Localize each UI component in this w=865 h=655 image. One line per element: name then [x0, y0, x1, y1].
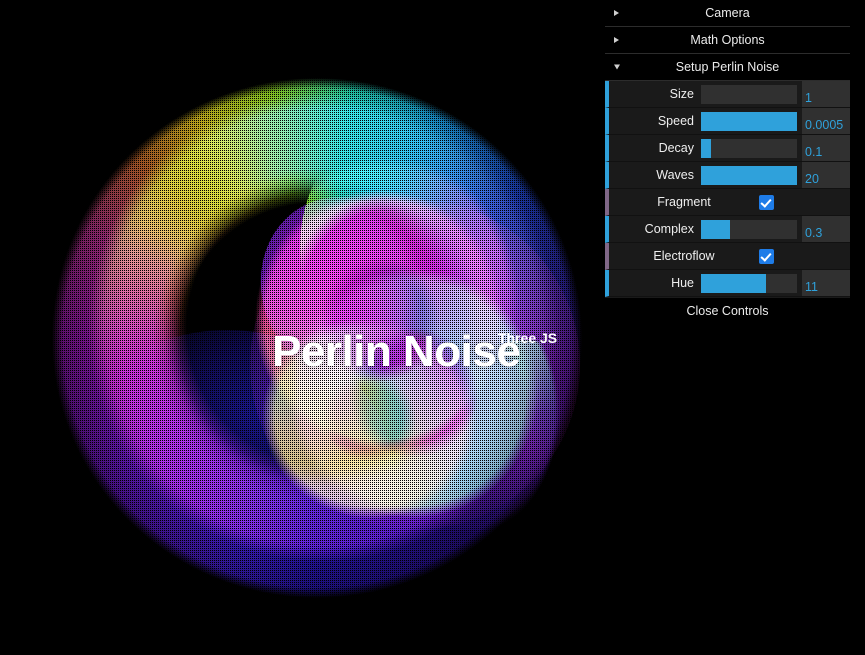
control-row-electroflow[interactable]: Electroflow: [605, 243, 850, 270]
slider-fill-decay: [701, 138, 711, 158]
value-input-decay[interactable]: 0.1: [802, 135, 850, 161]
checkbox-wrap-fragment: [759, 189, 850, 215]
slider-fill-waves: [701, 165, 797, 185]
slider-wrap-speed: [701, 108, 802, 134]
folder-header-camera[interactable]: Camera: [605, 0, 850, 27]
folder-header-setup-perlin-noise[interactable]: Setup Perlin Noise: [605, 54, 850, 81]
folder-label-math-options: Math Options: [690, 33, 765, 47]
slider-wrap-waves: [701, 162, 802, 188]
slider-fill-hue: [701, 273, 767, 293]
slider-fill-complex: [701, 219, 730, 239]
control-row-complex[interactable]: Complex 0.3: [605, 216, 850, 243]
chevron-right-icon: [614, 37, 619, 43]
control-row-decay[interactable]: Decay 0.1: [605, 135, 850, 162]
engine-label: Three JS: [498, 330, 558, 346]
control-label-decay: Decay: [658, 141, 694, 155]
slider-complex[interactable]: [701, 219, 797, 239]
value-input-hue[interactable]: 11: [802, 270, 850, 296]
control-row-speed[interactable]: Speed 0.0005: [605, 108, 850, 135]
value-input-complex[interactable]: 0.3: [802, 216, 850, 242]
checkbox-fragment[interactable]: [759, 194, 774, 210]
slider-fill-speed: [701, 111, 797, 131]
control-row-hue[interactable]: Hue 11: [605, 270, 850, 297]
slider-decay[interactable]: [701, 138, 797, 158]
control-row-waves[interactable]: Waves 20: [605, 162, 850, 189]
value-input-waves[interactable]: 20: [802, 162, 850, 188]
slider-size[interactable]: [701, 84, 797, 104]
checkbox-electroflow[interactable]: [759, 248, 774, 264]
slider-wrap-decay: [701, 135, 802, 161]
control-row-fragment[interactable]: Fragment: [605, 189, 850, 216]
control-label-fragment: Fragment: [657, 195, 711, 209]
folder-header-math-options[interactable]: Math Options: [605, 27, 850, 54]
slider-wrap-complex: [701, 216, 802, 242]
slider-wrap-hue: [701, 270, 802, 296]
control-label-size: Size: [669, 87, 694, 101]
threejs-canvas[interactable]: Perlin Noise Three JS: [0, 0, 605, 655]
close-controls-button[interactable]: Close Controls: [605, 297, 850, 323]
folder-label-camera: Camera: [705, 6, 750, 20]
folder-label-setup-perlin-noise: Setup Perlin Noise: [675, 60, 780, 74]
slider-hue[interactable]: [701, 273, 797, 293]
chevron-down-icon: [614, 64, 620, 70]
value-input-size[interactable]: 1: [802, 81, 850, 107]
controls-list: Size 1 Speed 0.0005 Decay 0.1 Waves 20 F…: [605, 81, 850, 297]
checkbox-wrap-electroflow: [759, 243, 850, 269]
control-row-size[interactable]: Size 1: [605, 81, 850, 108]
control-label-waves: Waves: [656, 168, 694, 182]
slider-speed[interactable]: [701, 111, 797, 131]
slider-wrap-size: [701, 81, 802, 107]
app-root: Perlin Noise Three JS Camera Math Option…: [0, 0, 865, 655]
control-label-complex: Complex: [644, 222, 694, 236]
control-label-speed: Speed: [657, 114, 694, 128]
value-input-speed[interactable]: 0.0005: [802, 108, 850, 134]
control-label-electroflow: Electroflow: [653, 249, 715, 263]
slider-waves[interactable]: [701, 165, 797, 185]
dat-gui-panel[interactable]: Camera Math Options Setup Perlin Noise S…: [605, 0, 850, 323]
page-title: Perlin Noise: [272, 327, 521, 376]
control-label-hue: Hue: [671, 276, 694, 290]
chevron-right-icon: [614, 10, 619, 16]
